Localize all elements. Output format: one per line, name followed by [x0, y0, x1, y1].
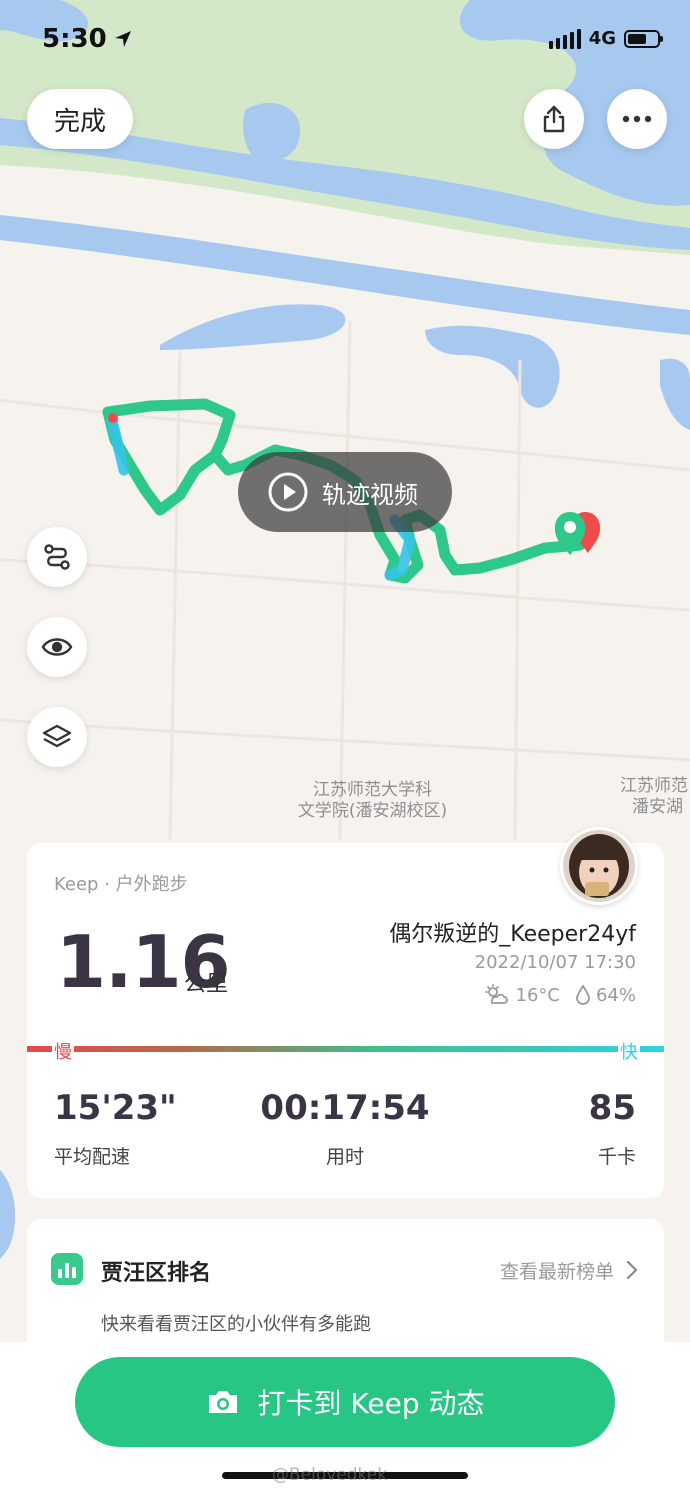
- pace-fast-label: 快: [618, 1038, 640, 1064]
- humidity-icon: [576, 985, 590, 1005]
- camera-icon: [208, 1391, 237, 1413]
- stat-calories-value: 85: [588, 1088, 636, 1128]
- humidity: 64%: [595, 984, 636, 1006]
- location-arrow-icon: [114, 31, 131, 47]
- weather-info: 16°C 64%: [484, 984, 636, 1006]
- distance-unit: 公里: [184, 972, 229, 997]
- route-start-dot: [108, 413, 118, 423]
- ranking-chart-icon: [51, 1253, 83, 1285]
- stat-duration-value: 00:17:54: [260, 1088, 430, 1128]
- visibility-button[interactable]: [27, 617, 87, 677]
- chevron-right-icon[interactable]: [626, 1260, 638, 1280]
- route-icon: [44, 544, 70, 570]
- status-indicators: 4G: [548, 28, 663, 49]
- pace-slow-label: 慢: [52, 1038, 74, 1064]
- battery-icon: [624, 29, 663, 48]
- more-button[interactable]: [607, 89, 667, 149]
- play-icon: [268, 472, 308, 512]
- layers-icon: [42, 724, 72, 748]
- done-button[interactable]: 完成: [27, 89, 133, 149]
- status-time: 5:30: [42, 24, 133, 54]
- share-icon: [543, 105, 565, 133]
- share-button[interactable]: [524, 89, 584, 149]
- eye-icon: [41, 638, 73, 656]
- ranking-title: 贾汪区排名: [101, 1261, 212, 1286]
- campus-label-2-line-1: 江苏师范: [620, 776, 688, 796]
- temperature: 16°C: [515, 984, 560, 1006]
- campus-label-1: 江苏师范大学科 文学院(潘安湖校区): [280, 780, 465, 822]
- track-video-label: 轨迹视频: [322, 480, 418, 509]
- check-in-button[interactable]: 打卡到 Keep 动态: [75, 1357, 615, 1447]
- campus-label-1-line-2: 文学院(潘安湖校区): [297, 801, 448, 821]
- avatar-image: [563, 830, 635, 902]
- watermark: @Belovedkek: [272, 1465, 388, 1485]
- more-icon: [622, 115, 652, 123]
- signal-icon: [548, 28, 581, 49]
- activity-datetime: 2022/10/07 17:30: [474, 952, 636, 973]
- pond-1: [243, 102, 300, 162]
- layers-button[interactable]: [27, 707, 87, 767]
- check-in-label: 打卡到 Keep 动态: [257, 1387, 485, 1420]
- track-video-button[interactable]: 轨迹视频: [238, 452, 452, 532]
- partly-cloudy-icon: [484, 984, 508, 1004]
- network-type: 4G: [588, 28, 616, 49]
- stat-pace-value: 15'23": [54, 1088, 177, 1128]
- campus-label-2: 江苏师范 潘安湖: [620, 776, 690, 818]
- campus-label-1-line-1: 江苏师范大学科: [313, 780, 432, 800]
- ranking-description: 快来看看贾汪区的小伙伴有多能跑: [101, 1314, 371, 1335]
- pace-gradient-bar: [27, 1046, 664, 1052]
- activity-source: Keep · 户外跑步: [54, 874, 188, 895]
- avatar[interactable]: [560, 827, 638, 905]
- route-toggle-button[interactable]: [27, 527, 87, 587]
- campus-label-2-line-2: 潘安湖: [632, 797, 683, 817]
- stat-calories-label: 千卡: [597, 1146, 636, 1168]
- stat-duration-label: 用时: [325, 1146, 364, 1168]
- stat-pace-label: 平均配速: [54, 1146, 131, 1168]
- username: 偶尔叛逆的_Keeper24yf: [389, 922, 636, 947]
- status-time-text: 5:30: [42, 24, 107, 54]
- ranking-link[interactable]: 查看最新榜单: [500, 1257, 614, 1284]
